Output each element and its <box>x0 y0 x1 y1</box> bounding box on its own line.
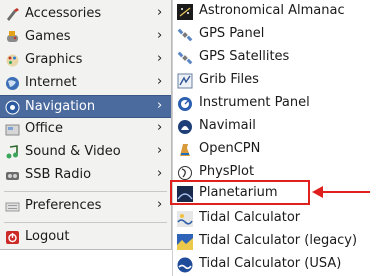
menu-item-logout[interactable]: Logout <box>0 226 171 249</box>
navimail-icon <box>178 120 192 134</box>
menu-item-label: Sound & Video <box>25 144 121 159</box>
menu-item-label: Graphics <box>25 52 83 67</box>
submenu-item-label: Instrument Panel <box>199 95 310 110</box>
submenu-item-label: Grib Files <box>199 72 259 87</box>
navigation-submenu: Astronomical Almanac GPS Panel GPS Satel… <box>172 0 377 276</box>
menu-item-navigation[interactable]: Navigation › <box>0 95 171 118</box>
preferences-icon <box>5 202 20 212</box>
ssb-radio-icon <box>6 172 19 180</box>
menu-item-ssb-radio[interactable]: SSB Radio › <box>0 164 171 187</box>
submenu-item-label: Tidal Calculator <box>199 210 301 225</box>
logout-icon <box>6 231 19 244</box>
submenu-item-grib-files[interactable]: Grib Files <box>173 69 377 92</box>
menu-item-label: Internet <box>25 75 77 90</box>
tidal-usa-icon <box>177 257 193 273</box>
satellite-icon <box>177 28 193 42</box>
chevron-right-icon: › <box>157 28 163 43</box>
submenu-item-label: Navimail <box>199 118 256 133</box>
menu-item-label: Games <box>25 29 71 44</box>
submenu-item-label: Tidal Calculator (USA) <box>199 256 342 271</box>
tidal-legacy-icon <box>177 234 193 250</box>
tidal-icon <box>177 211 193 227</box>
graphics-icon <box>6 54 19 67</box>
submenu-item-label: Tidal Calculator (legacy) <box>199 233 358 248</box>
submenu-item-astronomical-almanac[interactable]: Astronomical Almanac <box>173 0 377 23</box>
chevron-right-icon: › <box>157 197 163 212</box>
menu-item-label: Logout <box>25 229 70 244</box>
navigation-icon <box>5 100 20 115</box>
menu-item-label: SSB Radio <box>25 167 92 182</box>
chevron-right-icon: › <box>157 166 163 181</box>
office-icon <box>5 124 20 136</box>
submenu-item-gps-satellites[interactable]: GPS Satellites <box>173 46 377 69</box>
sound-video-icon <box>6 145 18 159</box>
menu-item-label: Office <box>25 121 63 136</box>
menu-separator <box>4 191 167 192</box>
submenu-item-tidal-calculator-usa[interactable]: Tidal Calculator (USA) <box>173 253 377 276</box>
menu-item-label: Accessories <box>25 6 102 21</box>
submenu-item-instrument-panel[interactable]: Instrument Panel <box>173 92 377 115</box>
chevron-right-icon: › <box>157 120 163 135</box>
submenu-item-label: Astronomical Almanac <box>199 3 345 18</box>
menu-item-internet[interactable]: Internet › <box>0 72 171 95</box>
menu-item-label: Navigation <box>25 99 96 114</box>
submenu-item-label: PhysPlot <box>199 164 255 179</box>
almanac-icon <box>177 4 193 20</box>
menu-item-games[interactable]: Games › <box>0 26 171 49</box>
games-icon <box>7 31 18 42</box>
menu-separator <box>4 222 167 223</box>
instrument-icon <box>178 97 192 111</box>
submenu-item-gps-panel[interactable]: GPS Panel <box>173 23 377 46</box>
chevron-right-icon: › <box>157 98 163 113</box>
menu-item-accessories[interactable]: Accessories › <box>0 3 171 26</box>
chevron-right-icon: › <box>157 143 163 158</box>
accessories-icon <box>7 8 19 21</box>
internet-icon <box>6 77 19 90</box>
submenu-item-opencpn[interactable]: OpenCPN <box>173 138 377 161</box>
grib-icon <box>177 73 193 89</box>
chevron-right-icon: › <box>157 5 163 20</box>
menu-item-preferences[interactable]: Preferences › <box>0 195 171 218</box>
physplot-icon <box>178 166 192 180</box>
submenu-item-label: GPS Satellites <box>199 49 290 64</box>
planetarium-highlight-box <box>170 180 310 205</box>
submenu-item-label: OpenCPN <box>199 141 261 156</box>
submenu-item-tidal-calculator-legacy[interactable]: Tidal Calculator (legacy) <box>173 230 377 253</box>
submenu-item-tidal-calculator[interactable]: Tidal Calculator <box>173 207 377 230</box>
chevron-right-icon: › <box>157 74 163 89</box>
chevron-right-icon: › <box>157 51 163 66</box>
menu-item-graphics[interactable]: Graphics › <box>0 49 171 72</box>
applications-menu: Accessories › Games › Graphics › Interne… <box>0 0 172 250</box>
menu-item-office[interactable]: Office › <box>0 118 171 141</box>
submenu-item-navimail[interactable]: Navimail <box>173 115 377 138</box>
opencpn-icon <box>180 144 190 156</box>
menu-item-label: Preferences <box>25 198 102 213</box>
submenu-item-label: GPS Panel <box>199 26 265 41</box>
pointer-arrow-icon <box>312 186 370 198</box>
menu-item-sound-video[interactable]: Sound & Video › <box>0 141 171 164</box>
satellite-icon <box>177 51 193 65</box>
